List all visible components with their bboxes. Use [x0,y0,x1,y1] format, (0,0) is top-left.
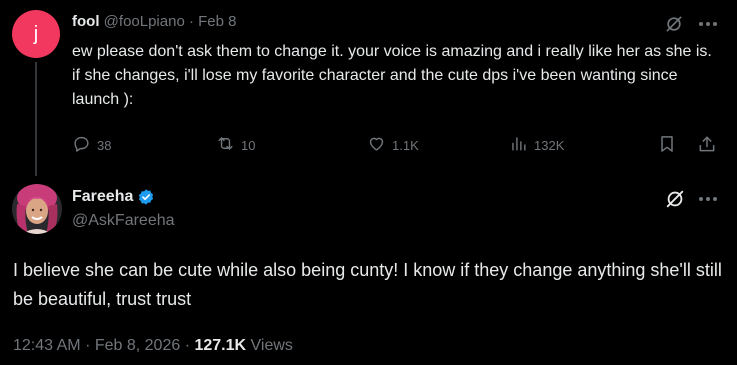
tweet-date[interactable]: Feb 8, 2026 [95,337,180,354]
like-count: 1.1K [392,137,419,153]
more-icon[interactable] [697,14,719,39]
reply-handle[interactable]: @fooLpiano [104,13,185,30]
reply-display-name[interactable]: fool [72,13,100,30]
avatar-image [12,184,62,234]
repost-icon [216,134,235,156]
verified-badge-icon[interactable] [137,188,155,206]
more-icon[interactable] [697,189,719,214]
main-handle[interactable]: @AskFareeha [72,212,175,230]
reply-count: 38 [97,137,112,153]
reply-actions: 38 10 1.1K 132K [72,133,718,157]
main-display-name[interactable]: Fareeha [72,188,133,206]
share-icon [697,134,717,157]
main-name-row: Fareeha [72,188,155,206]
main-text: I believe she can be cute while also bei… [13,260,722,309]
separator-dot: · [184,337,191,354]
repost-count: 10 [241,137,256,153]
bookmark-button[interactable] [657,134,697,157]
like-button[interactable]: 1.1K [367,134,509,156]
reply-text: ew please don't ask them to change it. y… [72,43,712,108]
separator-dot: · [188,13,194,30]
avatar[interactable]: j [12,10,60,58]
share-button[interactable] [697,134,717,157]
bookmark-icon [657,134,677,157]
views-count: 132K [534,137,565,153]
grok-icon[interactable] [664,14,684,39]
views-icon [509,134,528,156]
tweet-meta: 12:43 AM · Feb 8, 2026 · 127.1K Views [13,337,293,355]
reply-date[interactable]: Feb 8 [198,13,236,30]
avatar[interactable] [12,184,62,234]
repost-button[interactable]: 10 [216,134,367,156]
views-count: 127.1K [194,337,247,354]
thread-connector-line [35,62,37,176]
like-icon [367,134,386,156]
separator-dot: · [85,337,91,354]
grok-icon[interactable] [664,188,686,215]
tweet-time[interactable]: 12:43 AM [13,337,81,354]
views-button[interactable]: 132K [509,134,657,156]
reply-header: fool @fooLpiano · Feb 8 [72,13,237,30]
views-label: Views [250,337,293,354]
reply-icon [72,134,91,156]
reply-button[interactable]: 38 [72,134,216,156]
avatar-letter: j [33,22,39,45]
